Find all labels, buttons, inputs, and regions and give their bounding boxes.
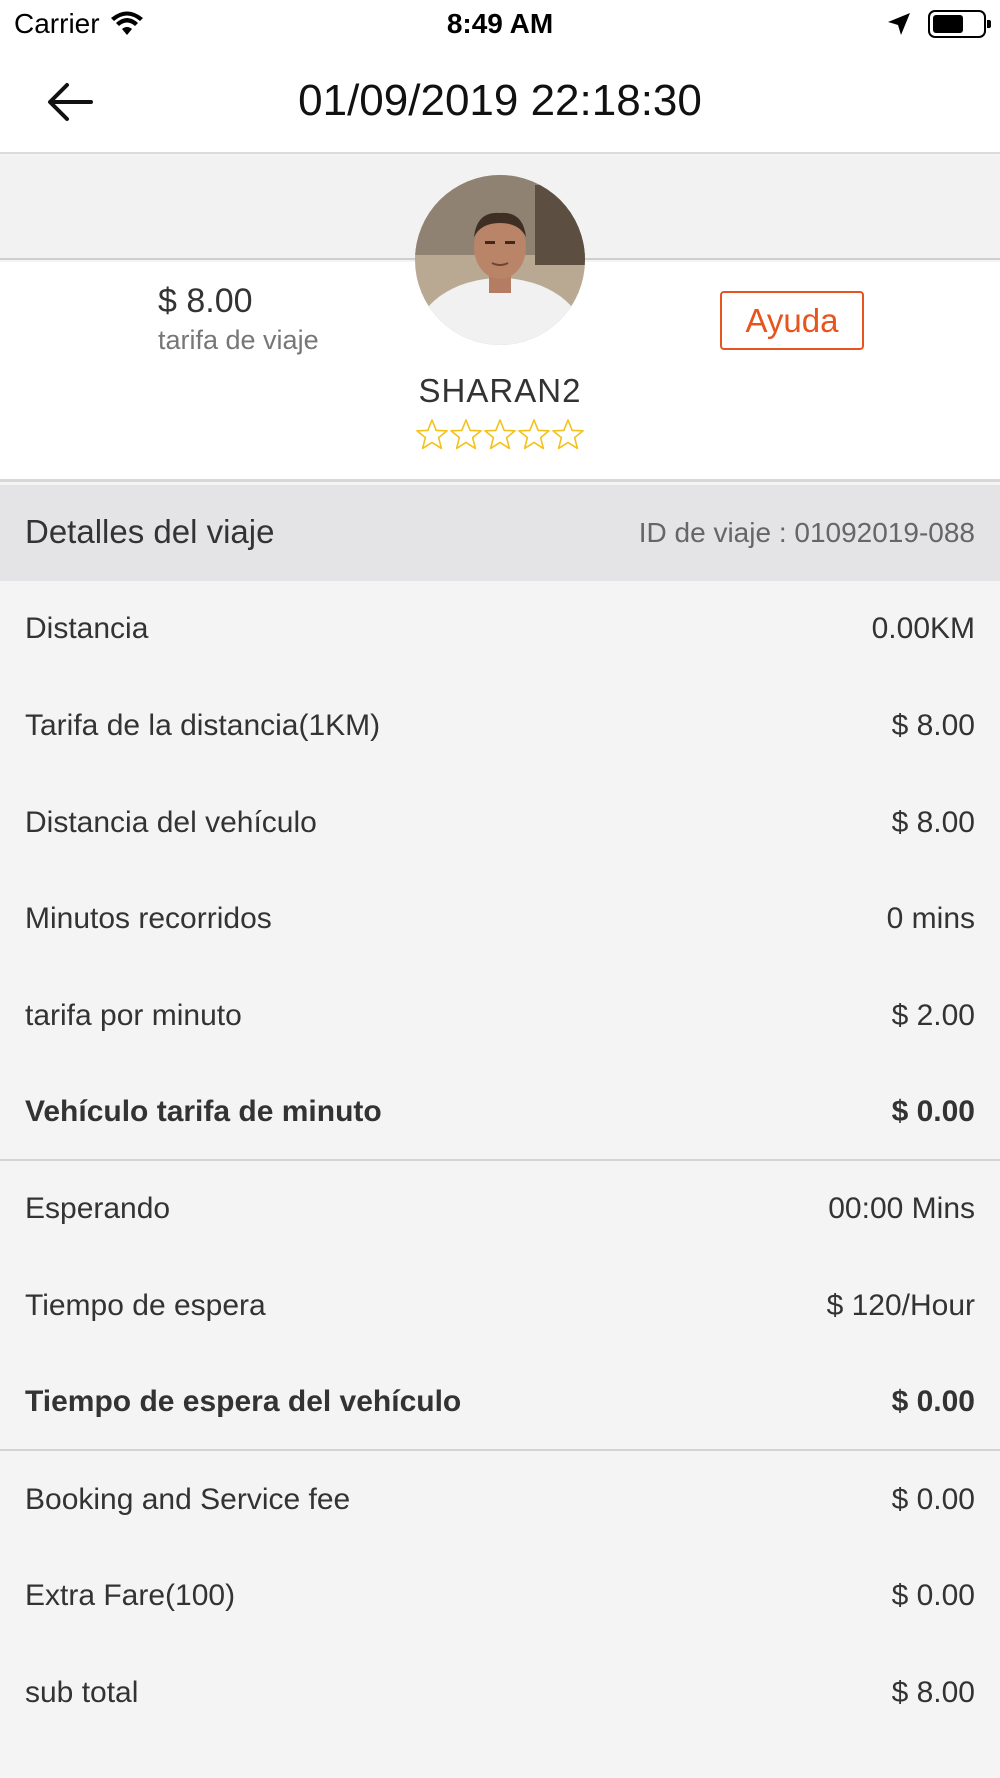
detail-row-extra-fare: Extra Fare(100) $ 0.00 [0,1547,1000,1645]
detail-label: Tarifa de la distancia(1KM) [25,709,381,743]
battery-icon [928,10,991,38]
detail-row-vehicle-minute-fare: Vehículo tarifa de minuto $ 0.00 [0,1064,1000,1162]
fare-block: $ 8.00 tarifa de viaje [158,282,319,356]
help-button[interactable]: Ayuda [720,291,864,350]
detail-value: $ 2.00 [891,999,975,1033]
detail-value: 00:00 Mins [828,1192,975,1226]
star-icon [484,419,516,450]
trip-details-header: Detalles del viaje ID de viaje : 0109201… [0,485,1000,581]
detail-label: tarifa por minuto [25,999,242,1033]
page-title: 01/09/2019 22:18:30 [298,76,702,125]
star-icon [450,419,482,450]
detail-value: $ 0.00 [891,1094,975,1128]
fare-amount: $ 8.00 [158,282,253,320]
section-title: Detalles del viaje [25,513,275,550]
fare-label: tarifa de viaje [158,325,319,355]
detail-row-vehicle-wait-time: Tiempo de espera del vehículo $ 0.00 [0,1354,1000,1452]
detail-row-distance: Distancia 0.00KM [0,581,1000,678]
detail-label: sub total [25,1675,139,1709]
detail-value: $ 0.00 [891,1384,975,1418]
detail-value: $ 8.00 [891,709,975,743]
detail-label: Distancia del vehículo [25,805,317,839]
detail-row-waiting: Esperando 00:00 Mins [0,1161,1000,1258]
detail-row-vehicle-distance: Distancia del vehículo $ 8.00 [0,774,1000,872]
status-time: 8:49 AM [446,8,554,39]
star-icon [416,419,448,450]
trip-details-list: Distancia 0.00KM Tarifa de la distancia(… [0,581,1000,1742]
detail-row-minutes: Minutos recorridos 0 mins [0,871,1000,968]
detail-value: $ 8.00 [891,805,975,839]
detail-value: $ 0.00 [891,1579,975,1613]
detail-value: $ 0.00 [891,1482,975,1516]
detail-label: Tiempo de espera [25,1289,266,1323]
detail-row-wait-time: Tiempo de espera $ 120/Hour [0,1257,1000,1355]
location-arrow-icon [888,13,910,35]
status-right [886,10,991,38]
detail-row-booking-fee: Booking and Service fee $ 0.00 [0,1451,1000,1548]
detail-label: Booking and Service fee [25,1482,351,1516]
detail-value: $ 8.00 [891,1675,975,1709]
detail-label: Vehículo tarifa de minuto [25,1094,382,1128]
detail-label: Minutos recorridos [25,902,272,936]
detail-label: Esperando [25,1192,171,1226]
driver-name: SHARAN2 [418,372,582,409]
detail-value: $ 120/Hour [826,1289,975,1323]
avatar [415,175,585,345]
detail-value: 0 mins [886,902,975,936]
detail-label: Distancia [25,612,149,646]
star-icon [552,419,584,450]
detail-row-subtotal: sub total $ 8.00 [0,1644,1000,1742]
detail-label: Tiempo de espera del vehículo [25,1384,462,1418]
star-icon [518,419,550,450]
detail-row-distance-rate: Tarifa de la distancia(1KM) $ 8.00 [0,677,1000,775]
status-bar: Carrier 8:49 AM [0,0,1000,50]
nav-bar: 01/09/2019 22:18:30 [0,50,1000,154]
detail-value: 0.00KM [871,612,975,646]
rating-stars [0,418,1000,452]
detail-label: Extra Fare(100) [25,1579,236,1613]
trip-id: ID de viaje : 01092019-088 [638,517,975,548]
detail-row-minute-rate: tarifa por minuto $ 2.00 [0,967,1000,1065]
